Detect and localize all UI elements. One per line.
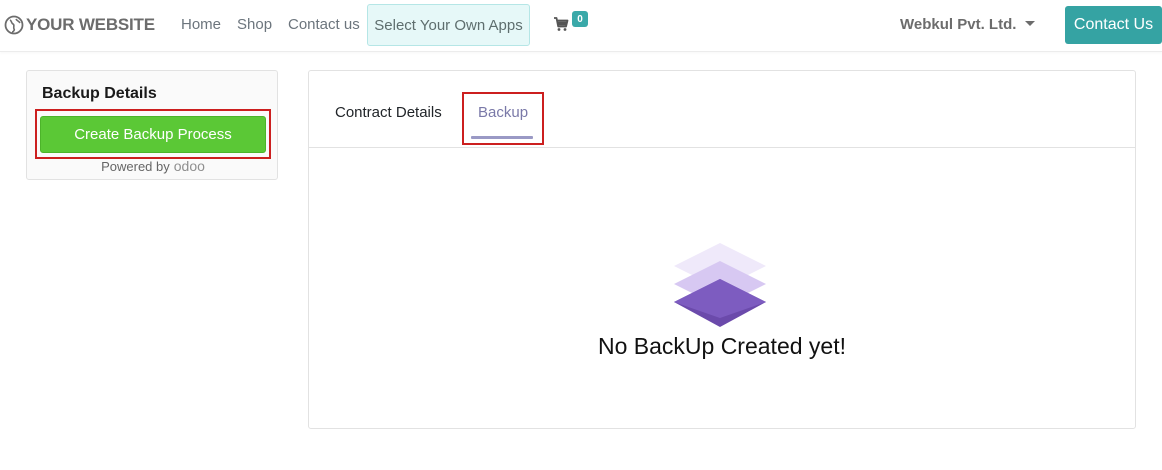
select-apps-button[interactable]: Select Your Own Apps [367,4,530,46]
contract-panel: Contract Details Backup No BackUp Create… [308,70,1136,429]
contact-us-button[interactable]: Contact Us [1065,6,1162,44]
tab-contract-details[interactable]: Contract Details [335,104,442,121]
cart-icon[interactable] [553,16,569,32]
layers-icon [674,243,766,327]
nav-shop-link[interactable]: Shop [237,16,272,33]
chevron-down-icon [1025,21,1036,26]
powered-by: Powered by odoo [27,158,279,174]
empty-state-message: No BackUp Created yet! [597,333,846,359]
highlight-box [462,92,544,145]
company-dropdown[interactable]: Webkul Pvt. Ltd. [900,16,1036,33]
globe-icon [4,15,24,35]
backup-details-title: Backup Details [42,85,157,102]
website-logo[interactable]: YOUR WEBSITE [4,13,155,37]
create-backup-button[interactable]: Create Backup Process [40,116,266,153]
tabs-bar: Contract Details Backup [309,71,1135,148]
top-navbar: YOUR WEBSITE Home Shop Contact us Select… [0,0,1162,52]
powered-by-label: Powered by [101,158,170,174]
backup-details-card: Backup Details Create Backup Process Pow… [26,70,278,180]
nav-contact-link[interactable]: Contact us [288,16,360,33]
odoo-logo[interactable]: odoo [174,158,205,174]
logo-text: YOUR WEBSITE [26,15,155,34]
company-name: Webkul Pvt. Ltd. [900,16,1017,33]
cart-count-badge: 0 [572,11,588,27]
nav-home-link[interactable]: Home [181,16,221,33]
